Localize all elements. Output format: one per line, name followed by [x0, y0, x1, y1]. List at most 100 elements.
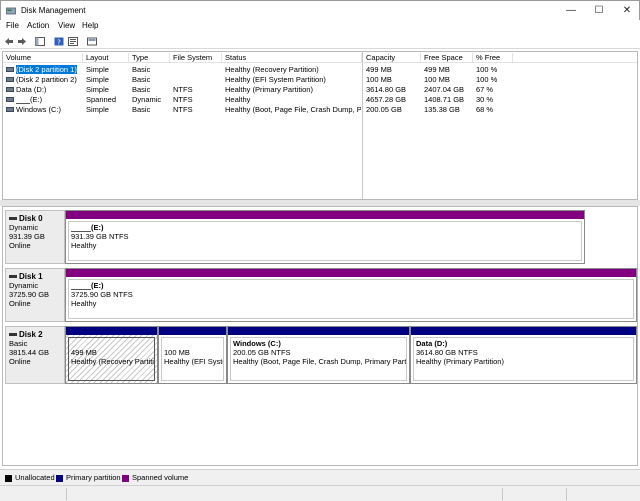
volume-pct-free: 30 %	[476, 95, 494, 104]
table-row[interactable]: Windows (C:) Simple Basic NTFS Healthy (…	[3, 104, 637, 114]
volume-pct-free: 68 %	[476, 105, 494, 114]
column-capacity[interactable]: Capacity	[363, 53, 421, 63]
menu-action[interactable]: Action	[27, 21, 49, 30]
volume-pct-free: 100 %	[476, 65, 498, 74]
disk-state: Online	[9, 299, 31, 308]
disk-state: Online	[9, 241, 31, 250]
volume-type: Basic	[132, 75, 151, 84]
volume-layout: Simple	[86, 65, 109, 74]
status-divider	[566, 488, 567, 500]
legend-unallocated: Unallocated	[15, 473, 55, 482]
menu-help[interactable]: Help	[82, 21, 98, 30]
volume-free: 2407.04 GB	[424, 85, 465, 94]
disk-icon	[9, 333, 17, 337]
disk-size: 3815.44 GB	[9, 348, 50, 357]
volume-status: Healthy (Recovery Partition)	[225, 65, 319, 74]
volume-icon	[6, 86, 14, 92]
spanned-stripe	[66, 269, 636, 277]
table-row[interactable]: (E:) Spanned Dynamic NTFS Healthy 4657.2…	[3, 94, 637, 104]
volume-pct-free: 67 %	[476, 85, 494, 94]
volume-fs: NTFS	[173, 105, 193, 114]
pane-splitter[interactable]	[362, 52, 363, 199]
disk-2-info[interactable]: Disk 2 Basic 3815.44 GB Online	[5, 326, 65, 384]
legend-swatch-primary	[56, 475, 63, 482]
partition-data-d[interactable]: Data (D:) 3614.80 GB NTFS Healthy (Prima…	[410, 326, 637, 384]
volume-status: Healthy	[225, 95, 251, 104]
legend-spanned: Spanned volume	[132, 473, 189, 482]
primary-stripe	[228, 327, 409, 335]
volume-name: (Disk 2 partition 2)	[16, 75, 77, 84]
legend-swatch-spanned	[122, 475, 129, 482]
volume-type: Basic	[132, 105, 151, 114]
column-free-space[interactable]: Free Space	[421, 53, 473, 63]
primary-stripe	[66, 327, 157, 335]
forward-arrow-icon[interactable]	[17, 37, 27, 46]
disk-1-info[interactable]: Disk 1 Dynamic 3725.90 GB Online	[5, 268, 65, 322]
table-row[interactable]: (Disk 2 partition 2) Simple Basic Health…	[3, 74, 637, 84]
partition-status: Healthy	[71, 241, 97, 250]
volume-list: Volume Layout Type File System Status Ca…	[2, 51, 638, 200]
volume-icon	[6, 106, 14, 112]
disk-name: Disk 0	[19, 214, 43, 223]
table-row[interactable]: (Disk 2 partition 1) Simple Basic Health…	[3, 64, 637, 74]
properties-icon[interactable]	[68, 37, 78, 46]
partition-label: (E:)	[91, 223, 104, 232]
column-file-system[interactable]: File System	[170, 53, 222, 63]
partition-detail: 499 MB	[71, 348, 97, 357]
menu-file[interactable]: File	[6, 21, 19, 30]
disk-type: Dynamic	[9, 223, 39, 232]
column-percent-free[interactable]: % Free	[473, 53, 513, 63]
volume-fs: NTFS	[173, 95, 193, 104]
help-icon[interactable]: ?	[54, 37, 64, 46]
disk-type: Basic	[9, 339, 28, 348]
status-divider	[66, 488, 67, 500]
minimize-button[interactable]: —	[557, 1, 585, 21]
volume-capacity: 100 MB	[366, 75, 392, 84]
toolbar: ?	[0, 34, 640, 49]
column-volume[interactable]: Volume	[3, 53, 83, 63]
partition-status: Healthy (Recovery Partitio	[71, 357, 155, 366]
volume-free: 499 MB	[424, 65, 450, 74]
disk-list-icon[interactable]	[87, 37, 97, 46]
volume-type: Dynamic	[132, 95, 162, 104]
volume-type: Basic	[132, 65, 151, 74]
menu-bar: File Action View Help	[0, 20, 640, 34]
volume-type: Basic	[132, 85, 151, 94]
partition-label: Data (D:)	[416, 339, 448, 348]
legend-primary: Primary partition	[66, 473, 121, 482]
legend: Unallocated Primary partition Spanned vo…	[0, 469, 640, 485]
partition-efi[interactable]: 100 MB Healthy (EFI Syster	[158, 326, 227, 384]
partition-recovery[interactable]: 499 MB Healthy (Recovery Partitio	[65, 326, 158, 384]
close-button[interactable]: ✕	[613, 1, 640, 21]
partition-detail: 931.39 GB NTFS	[71, 232, 129, 241]
disk-0-info[interactable]: Disk 0 Dynamic 931.39 GB Online	[5, 210, 65, 264]
partition-disk1-e[interactable]: (E:) 3725.90 GB NTFS Healthy	[65, 268, 637, 322]
disk-size: 3725.90 GB	[9, 290, 50, 299]
partition-disk0-e[interactable]: (E:) 931.39 GB NTFS Healthy	[65, 210, 585, 264]
partition-detail: 3725.90 GB NTFS	[71, 290, 133, 299]
volume-list-header: Volume Layout Type File System Status Ca…	[3, 52, 637, 63]
column-type[interactable]: Type	[129, 53, 170, 63]
volume-status: Healthy (Primary Partition)	[225, 85, 313, 94]
svg-text:?: ?	[57, 39, 61, 47]
volume-layout: Spanned	[86, 95, 117, 104]
spanned-stripe	[66, 211, 584, 219]
volume-name: Data (D:)	[16, 85, 47, 94]
volume-capacity: 499 MB	[366, 65, 392, 74]
partition-status: Healthy (Primary Partition)	[416, 357, 504, 366]
column-status[interactable]: Status	[222, 53, 362, 63]
primary-stripe	[159, 327, 226, 335]
partition-windows-c[interactable]: Windows (C:) 200.05 GB NTFS Healthy (Boo…	[227, 326, 410, 384]
volume-icon	[6, 76, 14, 82]
volume-fs: NTFS	[173, 85, 193, 94]
partition-detail: 200.05 GB NTFS	[233, 348, 291, 357]
column-layout[interactable]: Layout	[83, 53, 129, 63]
legend-swatch-unallocated	[5, 475, 12, 482]
console-tree-icon[interactable]	[35, 37, 45, 46]
table-row[interactable]: Data (D:) Simple Basic NTFS Healthy (Pri…	[3, 84, 637, 94]
volume-status: Healthy (Boot, Page File, Crash Dump, P.…	[225, 105, 361, 114]
volume-free: 135.38 GB	[424, 105, 460, 114]
menu-view[interactable]: View	[58, 21, 75, 30]
maximize-button[interactable]: ☐	[585, 1, 613, 21]
back-arrow-icon[interactable]	[4, 37, 14, 46]
